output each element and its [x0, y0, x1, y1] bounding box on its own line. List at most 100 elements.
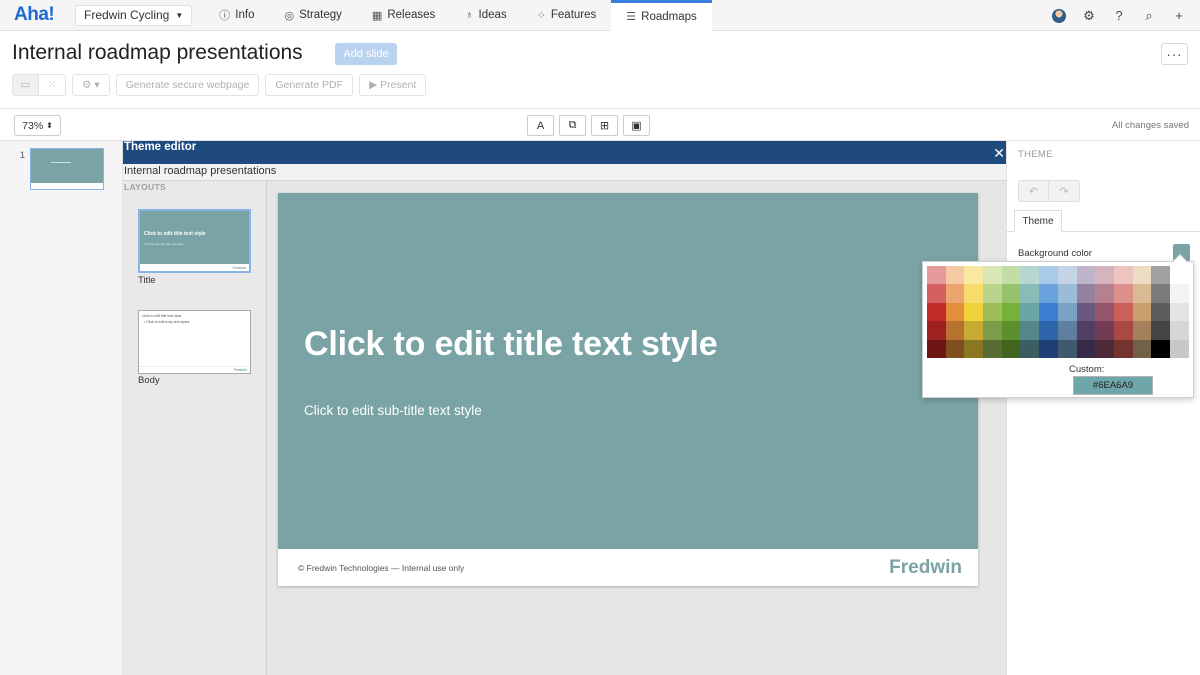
- more-options-button[interactable]: ···: [1161, 43, 1188, 65]
- color-swatch[interactable]: [1132, 321, 1152, 340]
- insert-table-button[interactable]: ⊞: [591, 115, 618, 136]
- tab-info[interactable]: ⓘ Info: [204, 0, 269, 31]
- color-swatch[interactable]: [927, 284, 946, 303]
- color-swatch[interactable]: [1020, 302, 1040, 322]
- tab-roadmaps[interactable]: ☰ Roadmaps: [611, 0, 712, 31]
- color-swatch[interactable]: [1132, 284, 1152, 303]
- color-swatch[interactable]: [964, 302, 984, 322]
- settings-dropdown-button[interactable]: ⚙ ▾: [72, 74, 110, 96]
- slide-thumbnail[interactable]: [30, 148, 104, 190]
- tab-features[interactable]: ⁘ Features: [522, 0, 612, 31]
- color-swatch[interactable]: [1132, 302, 1152, 322]
- color-swatch[interactable]: [1076, 284, 1096, 303]
- color-swatch[interactable]: [1039, 321, 1058, 340]
- avatar[interactable]: [1052, 8, 1066, 23]
- slide-canvas[interactable]: Click to edit title text style Click to …: [278, 193, 978, 586]
- color-swatch[interactable]: [1095, 339, 1114, 358]
- color-swatch[interactable]: [1113, 321, 1133, 340]
- color-swatch[interactable]: [1057, 266, 1077, 285]
- close-icon[interactable]: ✕: [993, 145, 1005, 162]
- color-swatch[interactable]: [1076, 339, 1096, 358]
- tab-strategy[interactable]: ◎ Strategy: [269, 0, 356, 31]
- tab-theme[interactable]: Theme: [1014, 210, 1062, 232]
- aha-logo[interactable]: Aha!: [14, 4, 66, 26]
- color-swatch[interactable]: [1076, 302, 1096, 322]
- slide-title-placeholder[interactable]: Click to edit title text style: [304, 325, 718, 364]
- color-swatch[interactable]: [1020, 266, 1040, 285]
- color-swatch[interactable]: [927, 321, 946, 340]
- color-swatch[interactable]: [1113, 302, 1133, 322]
- add-plus-icon[interactable]: +: [1172, 8, 1186, 23]
- layout-thumb-title[interactable]: Click to edit title text style Click to …: [138, 209, 251, 273]
- tab-releases[interactable]: ▦ Releases: [357, 0, 450, 31]
- color-swatch[interactable]: [1095, 302, 1114, 322]
- color-swatch[interactable]: [927, 302, 946, 322]
- color-swatch[interactable]: [1113, 266, 1133, 285]
- custom-color-input[interactable]: #6EA6A9: [1073, 376, 1153, 395]
- color-swatch[interactable]: [1020, 321, 1040, 340]
- color-swatch[interactable]: [1169, 284, 1189, 303]
- workspace-selector[interactable]: Fredwin Cycling ▼: [75, 4, 193, 26]
- color-swatch[interactable]: [964, 284, 984, 303]
- color-swatch[interactable]: [983, 266, 1002, 285]
- tab-ideas[interactable]: ♁ Ideas: [450, 0, 521, 31]
- color-swatch[interactable]: [1095, 266, 1114, 285]
- color-swatch[interactable]: [1057, 284, 1077, 303]
- generate-pdf-button[interactable]: Generate PDF: [265, 74, 354, 96]
- color-swatch[interactable]: [1020, 284, 1040, 303]
- color-swatch[interactable]: [964, 321, 984, 340]
- help-icon[interactable]: ?: [1112, 8, 1126, 23]
- color-swatch[interactable]: [1039, 284, 1058, 303]
- color-swatch[interactable]: [1113, 284, 1133, 303]
- color-swatch[interactable]: [927, 266, 946, 285]
- insert-shape-button[interactable]: ⧉: [559, 115, 586, 136]
- color-swatch[interactable]: [1039, 302, 1058, 322]
- color-swatch[interactable]: [1039, 339, 1058, 358]
- color-swatch[interactable]: [1095, 321, 1114, 340]
- color-swatch[interactable]: [945, 321, 965, 340]
- color-swatch[interactable]: [1001, 302, 1021, 322]
- color-swatch[interactable]: [983, 302, 1002, 322]
- undo-icon[interactable]: ↶: [1018, 180, 1049, 202]
- single-view-icon[interactable]: ▭: [12, 74, 39, 96]
- color-swatch[interactable]: [1169, 321, 1189, 340]
- zoom-select[interactable]: 73% ⬍: [14, 115, 61, 136]
- layout-thumb-body[interactable]: Click to edit title text style • Click t…: [138, 310, 251, 374]
- color-swatch[interactable]: [1113, 339, 1133, 358]
- insert-image-button[interactable]: ▣: [623, 115, 650, 136]
- color-swatch[interactable]: [1151, 266, 1170, 285]
- color-swatch[interactable]: [1001, 284, 1021, 303]
- grid-view-icon[interactable]: ⁙: [39, 74, 66, 96]
- color-swatch[interactable]: [1001, 321, 1021, 340]
- color-swatch[interactable]: [1076, 266, 1096, 285]
- color-swatch[interactable]: [945, 302, 965, 322]
- generate-webpage-button[interactable]: Generate secure webpage: [115, 74, 260, 96]
- color-swatch[interactable]: [1001, 266, 1021, 285]
- color-swatch[interactable]: [1095, 284, 1114, 303]
- color-swatch[interactable]: [945, 266, 965, 285]
- footer-text[interactable]: © Fredwin Technologies — Internal use on…: [298, 563, 464, 573]
- color-swatch[interactable]: [1151, 321, 1170, 340]
- add-slide-button[interactable]: Add slide: [335, 43, 397, 65]
- color-swatch[interactable]: [1057, 302, 1077, 322]
- color-swatch[interactable]: [1169, 339, 1189, 358]
- color-swatch[interactable]: [983, 339, 1002, 358]
- color-swatch[interactable]: [1169, 302, 1189, 322]
- present-button[interactable]: ▶ Present: [359, 74, 427, 96]
- color-swatch[interactable]: [1076, 321, 1096, 340]
- slide-subtitle-placeholder[interactable]: Click to edit sub-title text style: [304, 403, 482, 418]
- footer-brand-logo[interactable]: Fredwin: [889, 557, 962, 579]
- color-swatch[interactable]: [983, 321, 1002, 340]
- redo-icon[interactable]: ↷: [1049, 180, 1080, 202]
- search-icon[interactable]: ⌕: [1142, 8, 1156, 24]
- color-swatch[interactable]: [1151, 284, 1170, 303]
- color-swatch[interactable]: [1001, 339, 1021, 358]
- color-swatch[interactable]: [1132, 339, 1152, 358]
- color-swatch[interactable]: [945, 284, 965, 303]
- color-swatch[interactable]: [1057, 339, 1077, 358]
- settings-gear-icon[interactable]: ⚙: [1082, 8, 1096, 24]
- color-swatch[interactable]: [1132, 266, 1152, 285]
- color-swatch[interactable]: [927, 339, 946, 358]
- color-swatch[interactable]: [964, 266, 984, 285]
- color-swatch[interactable]: [964, 339, 984, 358]
